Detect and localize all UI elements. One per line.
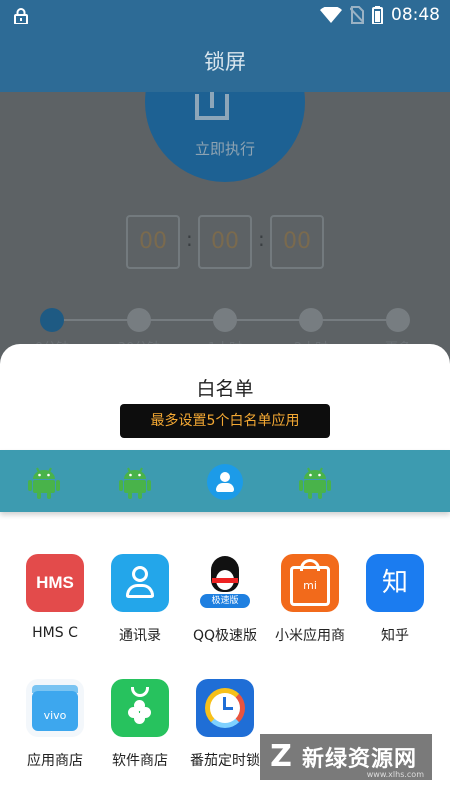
software-store-icon [111,679,169,737]
qq-badge: 极速版 [200,594,250,608]
timer-minutes: 00 [198,215,252,269]
whitelist-sheet: 白名单 最多设置5个白名单应用 HMS HMS C 通讯录 极速版 QQ极速版 … [0,344,450,800]
android-icon[interactable] [117,464,153,500]
watermark-brand: 新绿资源网 [302,747,418,772]
app-item-qq[interactable]: 极速版 QQ极速版 [180,554,270,645]
status-bar: 08:48 [0,0,450,32]
lock-icon [195,92,229,120]
page-title: 锁屏 [0,32,450,92]
slider-stop-1[interactable] [127,308,151,332]
app-item-app-store[interactable]: vivo 应用商店 [10,679,100,770]
hms-icon: HMS [26,554,84,612]
app-name: 知乎 [381,628,409,644]
selected-apps-bar [0,450,450,512]
android-icon[interactable] [26,464,62,500]
contacts-icon [111,554,169,612]
countdown-timer: 00 : 00 : 00 [0,215,450,271]
no-sim-icon [350,6,364,24]
slider-stop-4[interactable] [386,308,410,332]
slider-stop-2[interactable] [213,308,237,332]
app-name: QQ极速版 [192,628,258,644]
timer-seconds: 00 [270,215,324,269]
contacts-icon[interactable] [207,464,243,500]
tomato-timer-icon [196,679,254,737]
execute-now-button[interactable]: 立即执行 [145,92,305,182]
slider-stop-0[interactable] [40,308,64,332]
duration-slider[interactable]: 0分钟 30分钟 1小时 2小时 更多 [0,307,450,356]
watermark-domain: www.xlhs.com [366,770,424,779]
timer-separator: : [258,227,265,251]
app-name: 通讯录 [119,628,161,644]
site-watermark: Z 新绿资源网 www.xlhs.com [260,734,432,780]
lock-screen-content: 立即执行 00 : 00 : 00 0分钟 30分钟 1小时 2小时 更多 [0,92,450,362]
app-item-xiaomi-store[interactable]: mi 小米应用商 [265,554,355,645]
clock: 08:48 [391,5,440,25]
app-item-software-store[interactable]: 软件商店 [95,679,185,770]
slider-stop-3[interactable] [299,308,323,332]
zhihu-icon: 知 [366,554,424,612]
app-name: 番茄定时锁 [190,753,260,769]
vivo-store-icon: vivo [26,679,84,737]
qq-icon: 极速版 [196,554,254,612]
app-item-zhihu[interactable]: 知 知乎 [350,554,440,645]
app-item-hms[interactable]: HMS HMS C [10,554,100,641]
watermark-logo-icon: Z [270,739,292,774]
android-icon[interactable] [297,464,333,500]
execute-now-label: 立即执行 [194,140,255,158]
lock-status-icon [14,8,28,24]
limit-banner: 最多设置5个白名单应用 [120,404,330,438]
app-name: 软件商店 [112,753,168,769]
xiaomi-store-icon: mi [281,554,339,612]
sheet-title: 白名单 [196,378,254,400]
timer-separator: : [186,227,193,251]
wifi-icon [320,7,342,23]
app-name: 应用商店 [27,753,83,769]
app-item-contacts[interactable]: 通讯录 [95,554,185,645]
app-name: 小米应用商 [275,628,345,644]
battery-icon [372,6,383,24]
app-name: HMS C [32,625,78,641]
app-item-tomato-timer[interactable]: 番茄定时锁 [180,679,270,770]
timer-hours: 00 [126,215,180,269]
